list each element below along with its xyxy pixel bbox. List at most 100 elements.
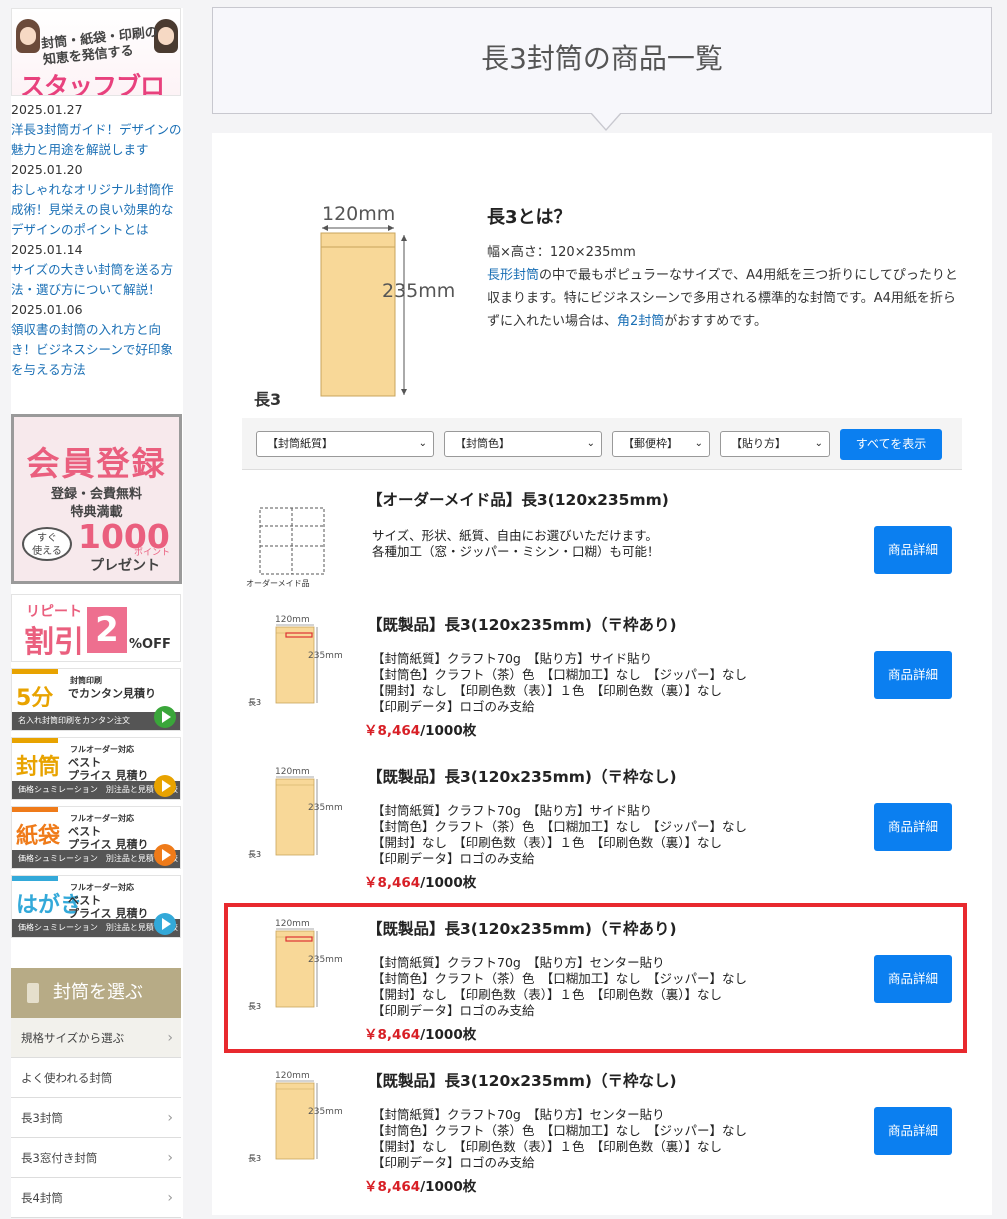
product-detail-button[interactable]: 商品詳細: [874, 803, 952, 851]
price-amount: ￥8,464: [364, 875, 421, 891]
sidebar-nav-label: 規格サイズから選ぶ: [21, 1031, 125, 1045]
blog-post-link[interactable]: 領収書の封筒の入れ方と向き！ビジネスシーンで好印象を与える方法: [11, 320, 183, 380]
price-unit: /1000枚: [420, 1179, 477, 1195]
blog-post-link[interactable]: 洋長3封筒ガイド！デザインの魅力と用途を解説します: [11, 120, 183, 160]
member-banner-bubble: すぐ 使える: [22, 527, 72, 561]
thumb-height-label: 235mm: [308, 803, 342, 813]
blog-post-list: 2025.01.27 洋長3封筒ガイド！デザインの魅力と用途を解説します 2025.…: [11, 96, 183, 380]
banner-big-text: 封筒: [16, 755, 61, 780]
product-title[interactable]: 【既製品】長3(120x235mm)（〒枠あり): [367, 613, 677, 635]
chevron-right-icon: ›: [167, 1150, 173, 1166]
color-filter-value: 【封筒色】: [455, 437, 510, 450]
play-icon: [154, 706, 176, 728]
color-filter-select[interactable]: 【封筒色】 ⌄: [444, 431, 602, 457]
repeat-banner-unit: %OFF: [129, 637, 171, 652]
sidebar-nav-item[interactable]: 規格サイズから選ぶ ›: [11, 1018, 181, 1058]
document-icon: [27, 983, 39, 1003]
banner-small-text: フルオーダー対応: [70, 745, 134, 754]
estimate-banner-list: 5分 封筒印刷 でカンタン見積り 名入れ封筒印刷をカンタン注文 封筒 フルオーダー対応 ベス…: [11, 668, 183, 938]
product-item: 120mm 235mm 長3 【既製品】長3(120x235mm)（〒枠あり) 【封筒紙…: [242, 613, 962, 763]
thumb-width-label: 120mm: [275, 767, 310, 777]
banner-small-text: フルオーダー対応: [70, 814, 134, 823]
blog-post-date: 2025.01.27: [11, 102, 83, 117]
member-registration-banner[interactable]: 会員登録 登録・会費無料 特典満載 すぐ 使える 1000 ポイント プレゼント: [11, 414, 182, 584]
product-detail-button[interactable]: 商品詳細: [874, 526, 952, 574]
chevron-right-icon: ›: [167, 1190, 173, 1206]
blog-post-link[interactable]: サイズの大きい封筒を送る方法・選び方について解説！: [11, 260, 183, 300]
banner-mid-text: ベスト プライス 見積り: [68, 894, 149, 920]
product-description: 【封筒紙質】クラフト70g 【貼り方】サイド貼り 【封筒色】クラフト（茶）色 【…: [372, 803, 748, 866]
estimate-banner[interactable]: 封筒 フルオーダー対応 ベスト プライス 見積り 価格シュミレーション 別注品と見積り…: [11, 737, 181, 800]
banner-mid-text: ベスト プライス 見積り: [68, 756, 149, 782]
repeat-discount-banner[interactable]: リピート 割引 2 %OFF: [11, 594, 181, 662]
thumb-width-label: 120mm: [275, 615, 310, 625]
paper-filter-select[interactable]: 【封筒紙質】 ⌄: [256, 431, 434, 457]
product-detail-button[interactable]: 商品詳細: [874, 1107, 952, 1155]
envelope-category-nav: 規格サイズから選ぶ › よく使われる封筒 長3封筒 › 長3窓付き封筒 › 長4封筒 ›: [11, 1018, 181, 1218]
thumb-width-label: 120mm: [275, 1071, 310, 1081]
product-title[interactable]: 【既製品】長3(120x235mm)（〒枠なし): [367, 765, 677, 787]
product-detail-button[interactable]: 商品詳細: [874, 651, 952, 699]
product-title[interactable]: 【既製品】長3(120x235mm)（〒枠なし): [367, 1069, 677, 1091]
blog-post-date: 2025.01.20: [11, 162, 83, 177]
chevron-down-icon: ⌄: [694, 438, 703, 449]
kaku2-envelope-link[interactable]: 角2封筒: [617, 314, 664, 329]
blog-post-date: 2025.01.14: [11, 242, 83, 257]
show-all-button[interactable]: すべてを表示: [840, 429, 942, 460]
member-banner-title: 会員登録: [26, 444, 167, 483]
sidebar-nav-item[interactable]: 長4封筒 ›: [11, 1178, 181, 1218]
chevron-down-icon: ⌄: [586, 438, 595, 449]
size-body-text-end: がおすすめです。: [664, 314, 767, 329]
blog-post-date: 2025.01.06: [11, 302, 83, 317]
envelope-select-header: 封筒を選ぶ: [11, 968, 181, 1018]
member-banner-present: プレゼント: [90, 558, 160, 574]
play-icon: [154, 775, 176, 797]
banner-small-text: フルオーダー対応: [70, 883, 134, 892]
product-price: ￥8,464/1000枚: [364, 871, 476, 891]
sidebar-nav-item[interactable]: 長3窓付き封筒 ›: [11, 1138, 181, 1178]
postal-frame-filter-select[interactable]: 【郵便枠】 ⌄: [612, 431, 710, 457]
sidebar-nav-item[interactable]: 長3封筒 ›: [11, 1098, 181, 1138]
long-envelope-link[interactable]: 長形封筒: [487, 268, 539, 283]
thumb-label: 長3: [248, 850, 261, 859]
paper-filter-value: 【封筒紙質】: [267, 437, 333, 450]
repeat-banner-line2: 割引: [24, 625, 84, 660]
play-icon: [154, 913, 176, 935]
staff-blog-banner[interactable]: 封筒・紙袋・印刷の 知恵を発信する スタッフブログ: [11, 8, 181, 96]
product-thumbnail: 120mm 235mm 長3: [248, 1071, 342, 1163]
size-body: 長形封筒の中で最もポピュラーなサイズで、A4用紙を三つ折りにしてぴったりと収まり…: [487, 264, 967, 333]
sidebar-nav-label: 長3窓付き封筒: [21, 1151, 98, 1165]
member-banner-line1: 登録・会費無料: [50, 487, 142, 502]
banner-stripe: [12, 669, 58, 674]
estimate-banner[interactable]: 5分 封筒印刷 でカンタン見積り 名入れ封筒印刷をカンタン注文: [11, 668, 181, 731]
product-item: 120mm 235mm 長3 【既製品】長3(120x235mm)（〒枠なし) 【封筒紙…: [242, 1069, 962, 1219]
sidebar-nav-label: 長4封筒: [21, 1191, 63, 1205]
product-thumbnail: オーダーメイド品: [246, 507, 325, 588]
product-title[interactable]: 【オーダーメイド品】長3(120x235mm): [367, 488, 669, 510]
sidebar: 封筒・紙袋・印刷の 知恵を発信する スタッフブログ 2025.01.27 洋長3封…: [0, 0, 195, 1218]
thumb-label: 長3: [248, 1154, 261, 1163]
chevron-down-icon: ⌄: [814, 438, 823, 449]
staff-avatar-icon: [16, 19, 40, 53]
product-description: 【封筒紙質】クラフト70g 【貼り方】サイド貼り 【封筒色】クラフト（茶）色 【…: [372, 651, 748, 714]
blog-post-link[interactable]: おしゃれなオリジナル封筒作成術！見栄えの良い効果的なデザインのポイントとは: [11, 180, 183, 240]
estimate-banner[interactable]: 紙袋 フルオーダー対応 ベスト プライス 見積り 価格シュミレーション 別注品と見積り…: [11, 806, 181, 869]
sidebar-nav-item[interactable]: よく使われる封筒: [11, 1058, 181, 1098]
size-caption: 長3: [254, 390, 281, 409]
size-description: 長3とは？ 幅×高さ：120×235mm 長形封筒の中で最もポピュラーなサイズで…: [487, 203, 967, 333]
filter-bar: 【封筒紙質】 ⌄ 【封筒色】 ⌄ 【郵便枠】 ⌄ 【貼り方】 ⌄ すべてを表示: [242, 418, 962, 470]
banner-stripe: [12, 738, 58, 743]
banner-stripe: [12, 876, 58, 881]
estimate-banner[interactable]: はがき フルオーダー対応 ベスト プライス 見積り 価格シュミレーション 別注品と見積…: [11, 875, 181, 938]
postal-frame-filter-value: 【郵便枠】: [623, 437, 678, 450]
title-arrow: [590, 112, 622, 131]
width-label: 120mm: [322, 203, 395, 225]
sidebar-nav-label: 長3封筒: [21, 1111, 63, 1125]
repeat-banner-number: 2: [87, 607, 127, 653]
size-dimensions: 幅×高さ：120×235mm: [487, 245, 636, 260]
binding-filter-select[interactable]: 【貼り方】 ⌄: [720, 431, 830, 457]
envelope-select-title: 封筒を選ぶ: [53, 982, 143, 1003]
chevron-right-icon: ›: [167, 1110, 173, 1126]
thumb-height-label: 235mm: [308, 651, 342, 661]
product-item: 120mm 235mm 長3 【既製品】長3(120x235mm)（〒枠なし) 【封筒紙…: [242, 765, 962, 915]
